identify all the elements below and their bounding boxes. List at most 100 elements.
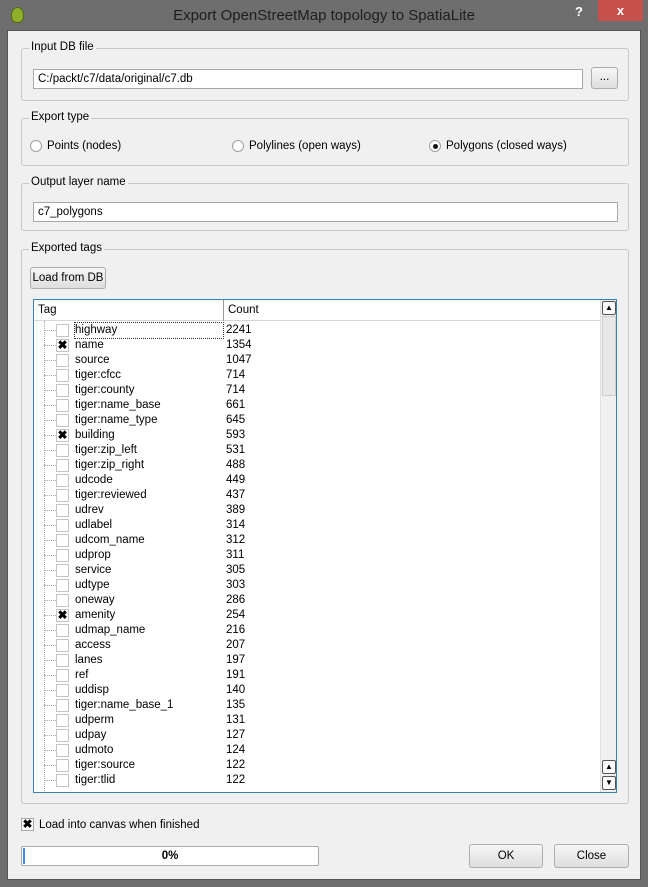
scroll-up-arrow-icon[interactable]: ▲ [602,301,616,315]
load-from-db-button[interactable]: Load from DB [30,267,106,289]
column-header-tag[interactable]: Tag [34,300,224,321]
checkbox-unchecked[interactable] [56,534,69,547]
checkbox-checked[interactable]: ✖ [56,429,69,442]
checkbox-unchecked[interactable] [56,624,69,637]
checkbox-unchecked[interactable] [56,324,69,337]
table-row[interactable]: service 305 [34,563,600,578]
scrollbar-thumb[interactable] [602,316,616,396]
checkbox-unchecked[interactable] [56,684,69,697]
checkbox-unchecked[interactable] [56,594,69,607]
table-row[interactable]: oneway 286 [34,593,600,608]
export-type-group: Export type Points (nodes) Polylines (op… [21,111,629,166]
checkbox-unchecked[interactable] [56,654,69,667]
table-row[interactable]: udcom_name 312 [34,533,600,548]
checkbox-unchecked[interactable] [56,564,69,577]
table-row[interactable]: tiger:name_base 661 [34,398,600,413]
tag-name: ref [75,669,89,681]
checkbox-checked[interactable]: ✖ [56,609,69,622]
output-layer-field[interactable]: c7_polygons [33,202,618,222]
tree-branch [44,330,56,331]
checkbox-unchecked[interactable] [56,549,69,562]
table-row[interactable]: udmap_name 216 [34,623,600,638]
input-db-group: Input DB file C:/packt/c7/data/original/… [21,41,629,101]
checkbox-unchecked[interactable] [56,714,69,727]
checkbox-unchecked[interactable] [56,354,69,367]
tree-branch [44,735,56,736]
tree-branch [44,450,56,451]
table-row[interactable]: udmoto 124 [34,743,600,758]
table-row[interactable]: ✖ building 593 [34,428,600,443]
table-row[interactable]: udcode 449 [34,473,600,488]
checkbox-unchecked[interactable] [56,744,69,757]
table-row[interactable]: udprop 311 [34,548,600,563]
checkbox-unchecked[interactable] [56,414,69,427]
tag-name: tiger:name_type [75,414,158,426]
checkbox-unchecked[interactable] [56,384,69,397]
table-row[interactable]: tiger:county 714 [34,383,600,398]
table-row[interactable]: ✖ name 1354 [34,338,600,353]
table-row[interactable]: highway 2241 [34,322,600,339]
table-row[interactable]: access 207 [34,638,600,653]
checkbox-unchecked[interactable] [56,459,69,472]
table-row[interactable]: tiger:zip_right 488 [34,458,600,473]
table-row[interactable]: tiger:cfcc 714 [34,368,600,383]
scroll-down-arrow-icon[interactable]: ▼ [602,776,616,790]
checkbox-unchecked[interactable] [56,759,69,772]
ok-button[interactable]: OK [469,844,543,868]
tree-branch [44,600,56,601]
radio-polygons[interactable]: Polygons (closed ways) [429,140,567,152]
checkbox-unchecked[interactable] [56,474,69,487]
table-row[interactable]: uddisp 140 [34,683,600,698]
checkbox-unchecked[interactable] [56,369,69,382]
checkbox-unchecked[interactable] [56,579,69,592]
tag-count: 593 [226,429,246,441]
tag-count: 305 [226,564,246,576]
table-row[interactable]: ref 191 [34,668,600,683]
checkbox-unchecked[interactable] [56,399,69,412]
table-row[interactable]: udperm 131 [34,713,600,728]
close-window-button[interactable]: x [598,0,643,21]
tag-count: 714 [226,369,246,381]
checkbox-unchecked[interactable] [56,669,69,682]
checkbox-unchecked[interactable] [56,519,69,532]
checkbox-unchecked[interactable] [56,489,69,502]
table-row[interactable]: tiger:name_type 645 [34,413,600,428]
vertical-scrollbar[interactable]: ▲ ▲ ▼ [600,300,616,792]
tree-branch [44,540,56,541]
checkbox-unchecked[interactable] [56,774,69,787]
tag-name: udperm [75,714,114,726]
table-row[interactable]: source 1047 [34,353,600,368]
close-button[interactable]: Close [554,844,629,868]
radio-polylines[interactable]: Polylines (open ways) [232,140,361,152]
table-row[interactable]: tiger:zip_left 531 [34,443,600,458]
table-row[interactable]: ✖ amenity 254 [34,608,600,623]
checkbox-unchecked[interactable] [56,444,69,457]
radio-points[interactable]: Points (nodes) [30,140,121,152]
radio-label: Polygons (closed ways) [446,140,567,152]
input-db-field[interactable]: C:/packt/c7/data/original/c7.db [33,69,583,89]
help-button[interactable]: ? [575,4,583,19]
scroll-up-arrow-icon[interactable]: ▲ [602,760,616,774]
checkbox-unchecked[interactable] [56,699,69,712]
table-row[interactable]: tiger:name_base_1 135 [34,698,600,713]
column-header-count[interactable]: Count [224,300,600,321]
checkbox-unchecked[interactable] [56,729,69,742]
table-row[interactable]: udlabel 314 [34,518,600,533]
tag-name: access [75,639,111,651]
table-row[interactable]: lanes 197 [34,653,600,668]
tree-branch [44,495,56,496]
table-row[interactable]: tiger:reviewed 437 [34,488,600,503]
load-canvas-checkbox[interactable]: ✖ Load into canvas when finished [21,818,199,831]
table-row[interactable]: udtype 303 [34,578,600,593]
table-row[interactable]: tiger:source 122 [34,758,600,773]
checkbox-unchecked[interactable] [56,639,69,652]
tree-branch [44,405,56,406]
checkbox-checked[interactable]: ✖ [56,339,69,352]
table-row[interactable]: udpay 127 [34,728,600,743]
checkbox-unchecked[interactable] [56,504,69,517]
tag-name: udrev [75,504,104,516]
progress-fill [23,848,25,864]
table-row[interactable]: tiger:tlid 122 [34,773,600,788]
browse-button[interactable]: ... [591,67,618,89]
table-row[interactable]: udrev 389 [34,503,600,518]
